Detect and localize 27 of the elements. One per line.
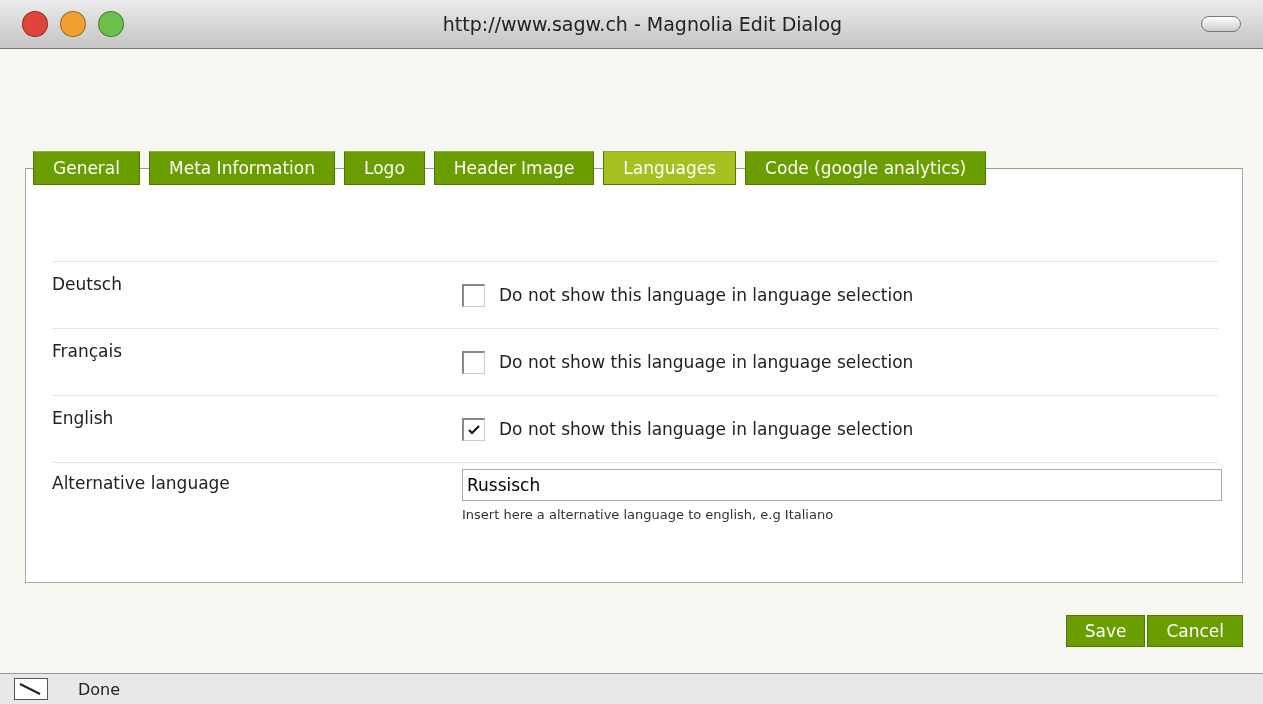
toolbar-toggle-button[interactable] [1201, 16, 1241, 32]
input-field[interactable]: Russisch [462, 469, 1222, 501]
minimize-button[interactable] [60, 11, 86, 37]
zoom-button[interactable] [98, 11, 124, 37]
field-hint: Insert here a alternative language to english, e.g Italiano [462, 507, 835, 522]
checkbox-label: Do not show this language in language selection [499, 352, 914, 372]
field-label: English [52, 408, 115, 430]
checkbox[interactable] [462, 417, 485, 441]
tab[interactable]: Meta Information [149, 151, 336, 185]
checkbox-label: Do not show this language in language selection [499, 285, 914, 305]
field-label: Français [52, 341, 124, 363]
field-label: Deutsch [52, 274, 123, 296]
window-title: http://www.sagw.ch - Magnolia Edit Dialog [441, 13, 844, 35]
tab[interactable]: Code (google analytics) [745, 151, 987, 185]
tab[interactable]: Header Image [433, 151, 595, 185]
checkmark-icon [468, 424, 480, 435]
status-text: Done [78, 679, 121, 699]
field-label: Alternative language [52, 472, 231, 495]
checkbox-label: Do not show this language in language selection [499, 419, 914, 439]
tab[interactable]: Logo [344, 151, 425, 185]
cancel-button[interactable]: Cancel [1147, 615, 1243, 647]
save-button[interactable]: Save [1065, 615, 1146, 647]
checkbox[interactable] [462, 350, 485, 374]
checkbox[interactable] [462, 283, 485, 307]
tab[interactable]: General [33, 151, 140, 185]
tab[interactable]: Languages [603, 151, 737, 185]
close-button[interactable] [22, 11, 48, 37]
